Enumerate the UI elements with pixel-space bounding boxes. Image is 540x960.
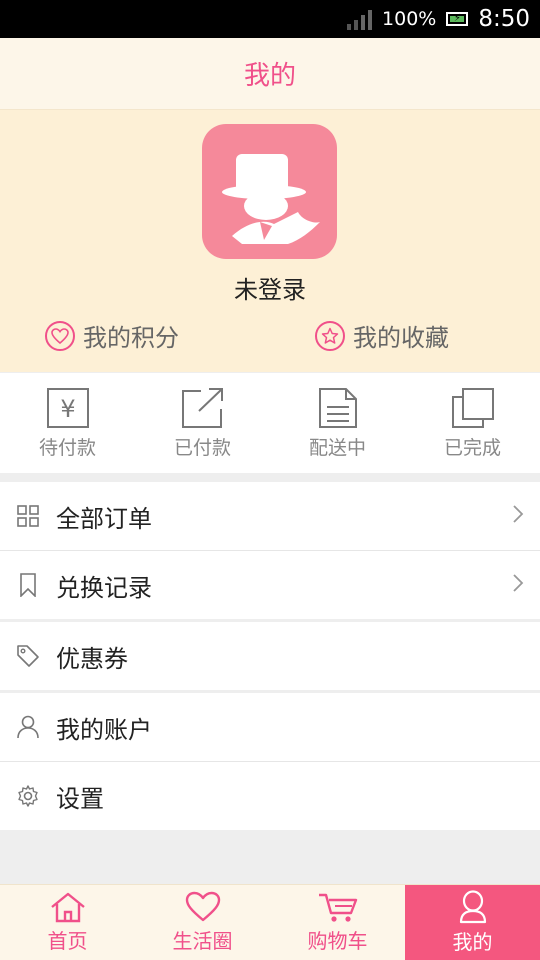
settings-label: 设置 — [56, 784, 104, 813]
tab-mine[interactable]: 我的 — [405, 885, 540, 960]
tab-mine-label: 我的 — [452, 930, 493, 954]
page-title: 我的 — [243, 61, 296, 91]
document-icon — [318, 387, 357, 428]
share-box-icon — [181, 387, 223, 428]
my-favorites-link[interactable]: 我的收藏 — [315, 318, 449, 353]
menu-exchange-records[interactable]: 兑换记录 — [0, 551, 540, 619]
shipping-label: 配送中 — [308, 436, 366, 459]
order-pending-payment[interactable]: ¥ 待付款 — [0, 373, 135, 473]
heart-icon — [45, 320, 75, 351]
grid-icon — [16, 504, 40, 528]
tab-home-label: 首页 — [47, 929, 88, 953]
home-icon — [50, 892, 85, 923]
menu-all-orders[interactable]: 全部订单 — [0, 482, 540, 550]
yen-glyph: ¥ — [60, 395, 75, 423]
all-orders-label: 全部订单 — [56, 504, 152, 533]
battery-icon: ⚡ — [446, 12, 469, 26]
signal-icon — [347, 8, 373, 30]
order-status-bar: ¥ 待付款 已付款 配送中 已完成 — [0, 373, 540, 473]
pending-payment-label: 待付款 — [38, 436, 96, 459]
cart-icon — [318, 893, 357, 922]
bookmark-icon — [16, 573, 40, 597]
chevron-right-icon — [512, 573, 524, 597]
exchange-records-label: 兑换记录 — [56, 573, 152, 602]
my-account-label: 我的账户 — [56, 715, 152, 744]
order-shipping[interactable]: 配送中 — [270, 373, 405, 473]
copy-icon — [451, 387, 494, 428]
order-completed[interactable]: 已完成 — [405, 373, 540, 473]
tab-life-circle-label: 生活圈 — [172, 929, 233, 953]
tab-life-circle[interactable]: 生活圈 — [135, 885, 270, 960]
status-bar: 100% ⚡ 8:50 — [0, 0, 540, 38]
yen-box-icon: ¥ — [46, 387, 89, 428]
tab-cart[interactable]: 购物车 — [270, 885, 405, 960]
my-points-link[interactable]: 我的积分 — [45, 318, 179, 353]
bottom-tab-bar: 首页 生活圈 购物车 我的 — [0, 884, 540, 960]
gentleman-avatar-icon — [222, 154, 320, 244]
user-icon — [16, 715, 40, 739]
divider — [0, 761, 540, 762]
gear-icon — [16, 784, 40, 808]
chevron-right-icon — [512, 504, 524, 528]
page-header: 我的 — [0, 38, 540, 110]
star-icon — [315, 320, 345, 351]
order-paid[interactable]: 已付款 — [135, 373, 270, 473]
tab-cart-label: 购物车 — [307, 929, 368, 953]
my-favorites-label: 我的收藏 — [353, 324, 449, 352]
completed-label: 已完成 — [443, 436, 501, 459]
tag-icon — [16, 644, 40, 668]
battery-percent: 100% — [382, 8, 437, 30]
menu-settings[interactable]: 设置 — [0, 762, 540, 830]
my-points-label: 我的积分 — [83, 324, 179, 352]
heart-icon — [185, 891, 220, 922]
divider — [0, 550, 540, 551]
coupons-label: 优惠券 — [56, 644, 128, 673]
menu-my-account[interactable]: 我的账户 — [0, 693, 540, 761]
profile-section: 未登录 我的积分 我的收藏 — [0, 110, 540, 372]
user-icon — [459, 890, 486, 924]
avatar[interactable] — [202, 124, 337, 259]
menu-coupons[interactable]: 优惠券 — [0, 622, 540, 690]
tab-home[interactable]: 首页 — [0, 885, 135, 960]
paid-label: 已付款 — [173, 436, 231, 459]
clock: 8:50 — [478, 6, 530, 32]
login-status[interactable]: 未登录 — [0, 270, 540, 305]
